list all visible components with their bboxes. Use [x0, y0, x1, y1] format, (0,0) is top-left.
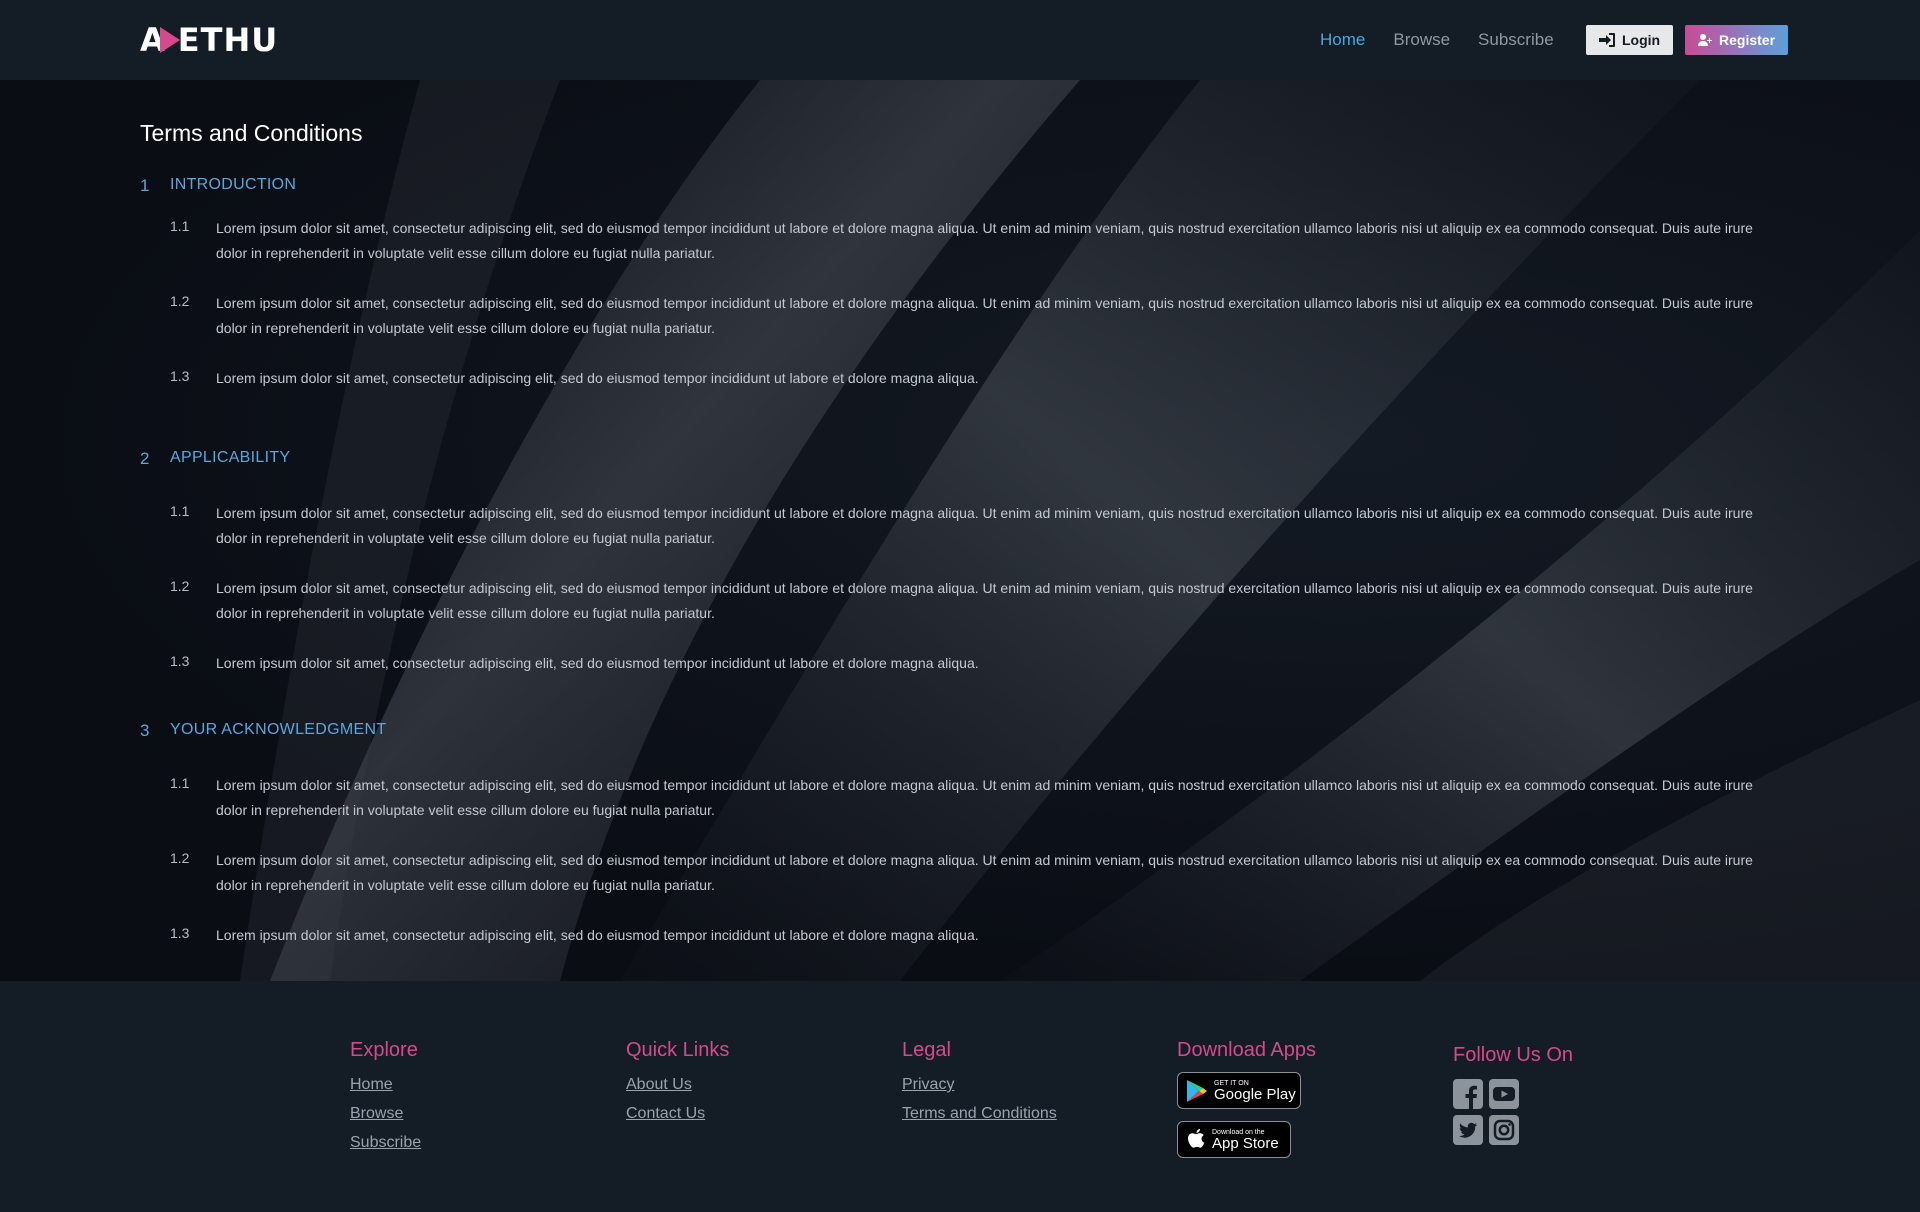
- site-logo[interactable]: A ETHU: [140, 21, 279, 59]
- clause-text: Lorem ipsum dolor sit amet, consectetur …: [216, 505, 1753, 546]
- youtube-icon[interactable]: [1489, 1079, 1519, 1109]
- clause-text: Lorem ipsum dolor sit amet, consectetur …: [216, 370, 979, 386]
- main-nav: Home Browse Subscribe: [1294, 0, 1554, 80]
- clause-text: Lorem ipsum dolor sit amet, consectetur …: [216, 852, 1753, 893]
- section-title: INTRODUCTION: [170, 176, 297, 193]
- clause-text: Lorem ipsum dolor sit amet, consectetur …: [216, 220, 1753, 261]
- app-store-text: Download on the App Store: [1212, 1129, 1279, 1151]
- google-play-icon: [1187, 1079, 1207, 1102]
- facebook-icon[interactable]: [1453, 1079, 1483, 1109]
- clause: 1.3 Lorem ipsum dolor sit amet, consecte…: [170, 366, 1780, 391]
- apple-icon: [1188, 1128, 1205, 1148]
- clause-text: Lorem ipsum dolor sit amet, consectetur …: [216, 655, 979, 671]
- page-title: Terms and Conditions: [140, 120, 363, 146]
- google-play-big: Google Play: [1214, 1085, 1296, 1103]
- clause-number: 1.3: [170, 653, 190, 669]
- clause: 1.1 Lorem ipsum dolor sit amet, consecte…: [170, 773, 1780, 823]
- login-label: Login: [1622, 32, 1661, 48]
- clause: 1.1 Lorem ipsum dolor sit amet, consecte…: [170, 216, 1780, 266]
- footer-link-about[interactable]: About Us: [626, 1076, 729, 1094]
- footer-link-contact[interactable]: Contact Us: [626, 1105, 729, 1123]
- register-label: Register: [1719, 32, 1776, 48]
- clause-number: 1.1: [170, 775, 190, 791]
- section-heading: 2 APPLICABILITY: [140, 449, 290, 469]
- app-store-big: App Store: [1212, 1134, 1279, 1152]
- clause: 1.3 Lorem ipsum dolor sit amet, consecte…: [170, 651, 1780, 676]
- section-number: 3: [140, 721, 150, 740]
- instagram-icon[interactable]: [1489, 1115, 1519, 1145]
- footer-legal: Legal Privacy Terms and Conditions: [902, 1039, 1057, 1134]
- footer-heading: Download Apps: [1177, 1039, 1316, 1061]
- section-number: 1: [140, 176, 150, 195]
- footer-heading: Follow Us On: [1453, 1044, 1574, 1066]
- footer-heading: Legal: [902, 1039, 951, 1061]
- footer-link-browse[interactable]: Browse: [350, 1105, 421, 1123]
- site-footer: Explore Home Browse Subscribe Quick Link…: [0, 981, 1920, 1212]
- footer-link-privacy[interactable]: Privacy: [902, 1076, 1057, 1094]
- clause-text: Lorem ipsum dolor sit amet, consectetur …: [216, 927, 979, 943]
- footer-link-subscribe[interactable]: Subscribe: [350, 1134, 421, 1152]
- section-heading: 1 INTRODUCTION: [140, 176, 296, 196]
- clause-number: 1.2: [170, 293, 190, 309]
- login-button[interactable]: Login: [1586, 25, 1674, 55]
- clause: 1.2 Lorem ipsum dolor sit amet, consecte…: [170, 576, 1780, 626]
- google-play-badge[interactable]: GET IT ON Google Play: [1177, 1072, 1301, 1109]
- twitter-icon[interactable]: [1453, 1115, 1483, 1145]
- main-content: Terms and Conditions 1 INTRODUCTION 1.1 …: [0, 80, 1920, 981]
- sign-in-icon: [1599, 33, 1615, 47]
- clause-text: Lorem ipsum dolor sit amet, consectetur …: [216, 295, 1753, 336]
- section-heading: 3 YOUR ACKNOWLEDGMENT: [140, 721, 386, 741]
- footer-follow: Follow Us On: [1453, 1044, 1573, 1145]
- footer-quick-links: Quick Links About Us Contact Us: [626, 1039, 729, 1134]
- clause: 1.2 Lorem ipsum dolor sit amet, consecte…: [170, 848, 1780, 898]
- footer-heading: Quick Links: [626, 1039, 730, 1061]
- section-title: YOUR ACKNOWLEDGMENT: [170, 721, 387, 738]
- section-title: APPLICABILITY: [170, 449, 291, 466]
- clause-number: 1.2: [170, 850, 190, 866]
- clause: 1.3 Lorem ipsum dolor sit amet, consecte…: [170, 923, 1780, 948]
- footer-apps: Download Apps GET IT ON Google Play Down…: [1177, 1039, 1316, 1170]
- clause: 1.2 Lorem ipsum dolor sit amet, consecte…: [170, 291, 1780, 341]
- nav-home[interactable]: Home: [1320, 30, 1365, 50]
- nav-browse[interactable]: Browse: [1393, 30, 1450, 50]
- site-header: A ETHU Home Browse Subscribe Login Regist…: [0, 0, 1920, 80]
- clause-number: 1.1: [170, 503, 190, 519]
- social-icons: [1453, 1079, 1573, 1145]
- clause-number: 1.2: [170, 578, 190, 594]
- logo-text-rest: ETHU: [177, 21, 279, 59]
- clause-text: Lorem ipsum dolor sit amet, consectetur …: [216, 580, 1753, 621]
- clause-text: Lorem ipsum dolor sit amet, consectetur …: [216, 777, 1753, 818]
- footer-heading: Explore: [350, 1039, 418, 1061]
- nav-subscribe[interactable]: Subscribe: [1478, 30, 1554, 50]
- clause-number: 1.3: [170, 925, 190, 941]
- clause-number: 1.3: [170, 368, 190, 384]
- footer-link-home[interactable]: Home: [350, 1076, 421, 1094]
- footer-link-terms[interactable]: Terms and Conditions: [902, 1105, 1057, 1123]
- footer-explore: Explore Home Browse Subscribe: [350, 1039, 421, 1163]
- user-plus-icon: [1698, 34, 1712, 46]
- clause-number: 1.1: [170, 218, 190, 234]
- logo-play-icon: [159, 27, 180, 53]
- google-play-text: GET IT ON Google Play: [1214, 1080, 1296, 1102]
- clause: 1.1 Lorem ipsum dolor sit amet, consecte…: [170, 501, 1780, 551]
- register-button[interactable]: Register: [1685, 25, 1789, 55]
- section-number: 2: [140, 449, 150, 468]
- app-store-badge[interactable]: Download on the App Store: [1177, 1121, 1291, 1158]
